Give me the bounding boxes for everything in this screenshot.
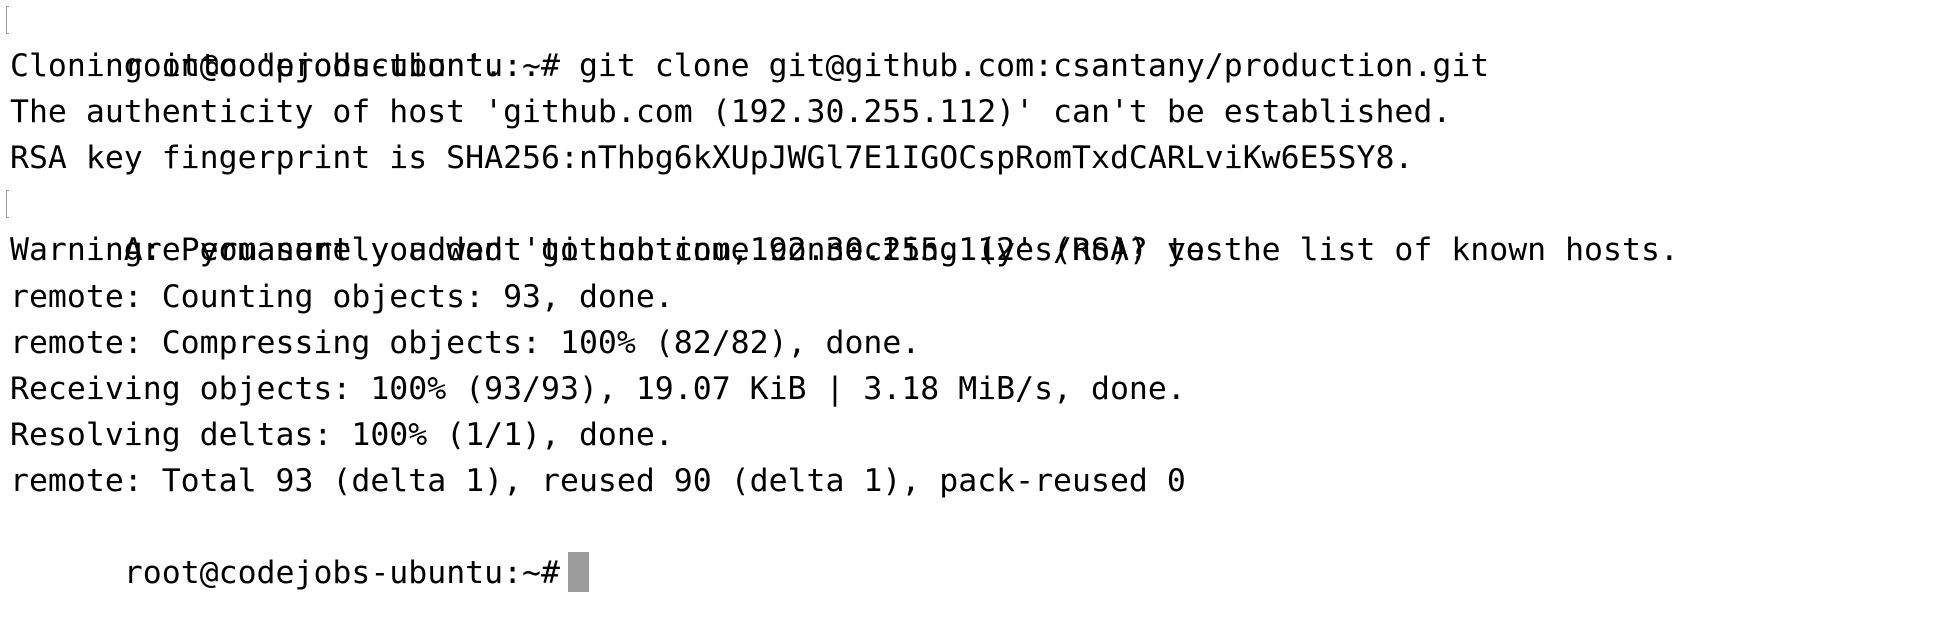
line-text: remote: Compressing objects: 100% (82/82… <box>10 324 921 361</box>
output-line: RSA key fingerprint is SHA256:nThbg6kXUp… <box>10 135 1950 181</box>
line-text: Cloning into 'production'... <box>10 48 542 85</box>
line-text: The authenticity of host 'github.com (19… <box>10 94 1452 131</box>
line-text: Warning: Permanently added 'github.com,1… <box>10 232 1679 269</box>
line-text: remote: Total 93 (delta 1), reused 90 (d… <box>10 462 1186 499</box>
terminal-window[interactable]: root@codejobs-ubuntu:~# git clone git@gi… <box>0 0 1950 593</box>
prompt-line[interactable]: root@codejobs-ubuntu:~# <box>10 504 1950 593</box>
output-line: Cloning into 'production'... <box>10 43 1950 89</box>
line-text: Receiving objects: 100% (93/93), 19.07 K… <box>10 370 1186 407</box>
line-marker-icon <box>6 190 9 219</box>
output-line: Resolving deltas: 100% (1/1), done. <box>10 412 1950 458</box>
output-line: Receiving objects: 100% (93/93), 19.07 K… <box>10 366 1950 412</box>
line-marker-icon <box>6 6 9 34</box>
output-line: Are you sure you want to continue connec… <box>6 181 1950 268</box>
output-line: remote: Total 93 (delta 1), reused 90 (d… <box>10 458 1950 504</box>
output-line: root@codejobs-ubuntu:~# git clone git@gi… <box>6 0 1950 84</box>
output-line: remote: Compressing objects: 100% (82/82… <box>10 320 1950 366</box>
terminal-output: root@codejobs-ubuntu:~# git clone git@gi… <box>6 0 1950 593</box>
line-text: RSA key fingerprint is SHA256:nThbg6kXUp… <box>10 140 1414 177</box>
line-text: Resolving deltas: 100% (1/1), done. <box>10 416 674 453</box>
line-text: remote: Counting objects: 93, done. <box>10 278 674 315</box>
output-line: The authenticity of host 'github.com (19… <box>10 89 1950 135</box>
output-line: Warning: Permanently added 'github.com,1… <box>10 227 1950 273</box>
output-line: remote: Counting objects: 93, done. <box>10 274 1950 320</box>
shell-prompt: root@codejobs-ubuntu:~# <box>123 555 560 592</box>
block-cursor[interactable] <box>567 552 589 593</box>
